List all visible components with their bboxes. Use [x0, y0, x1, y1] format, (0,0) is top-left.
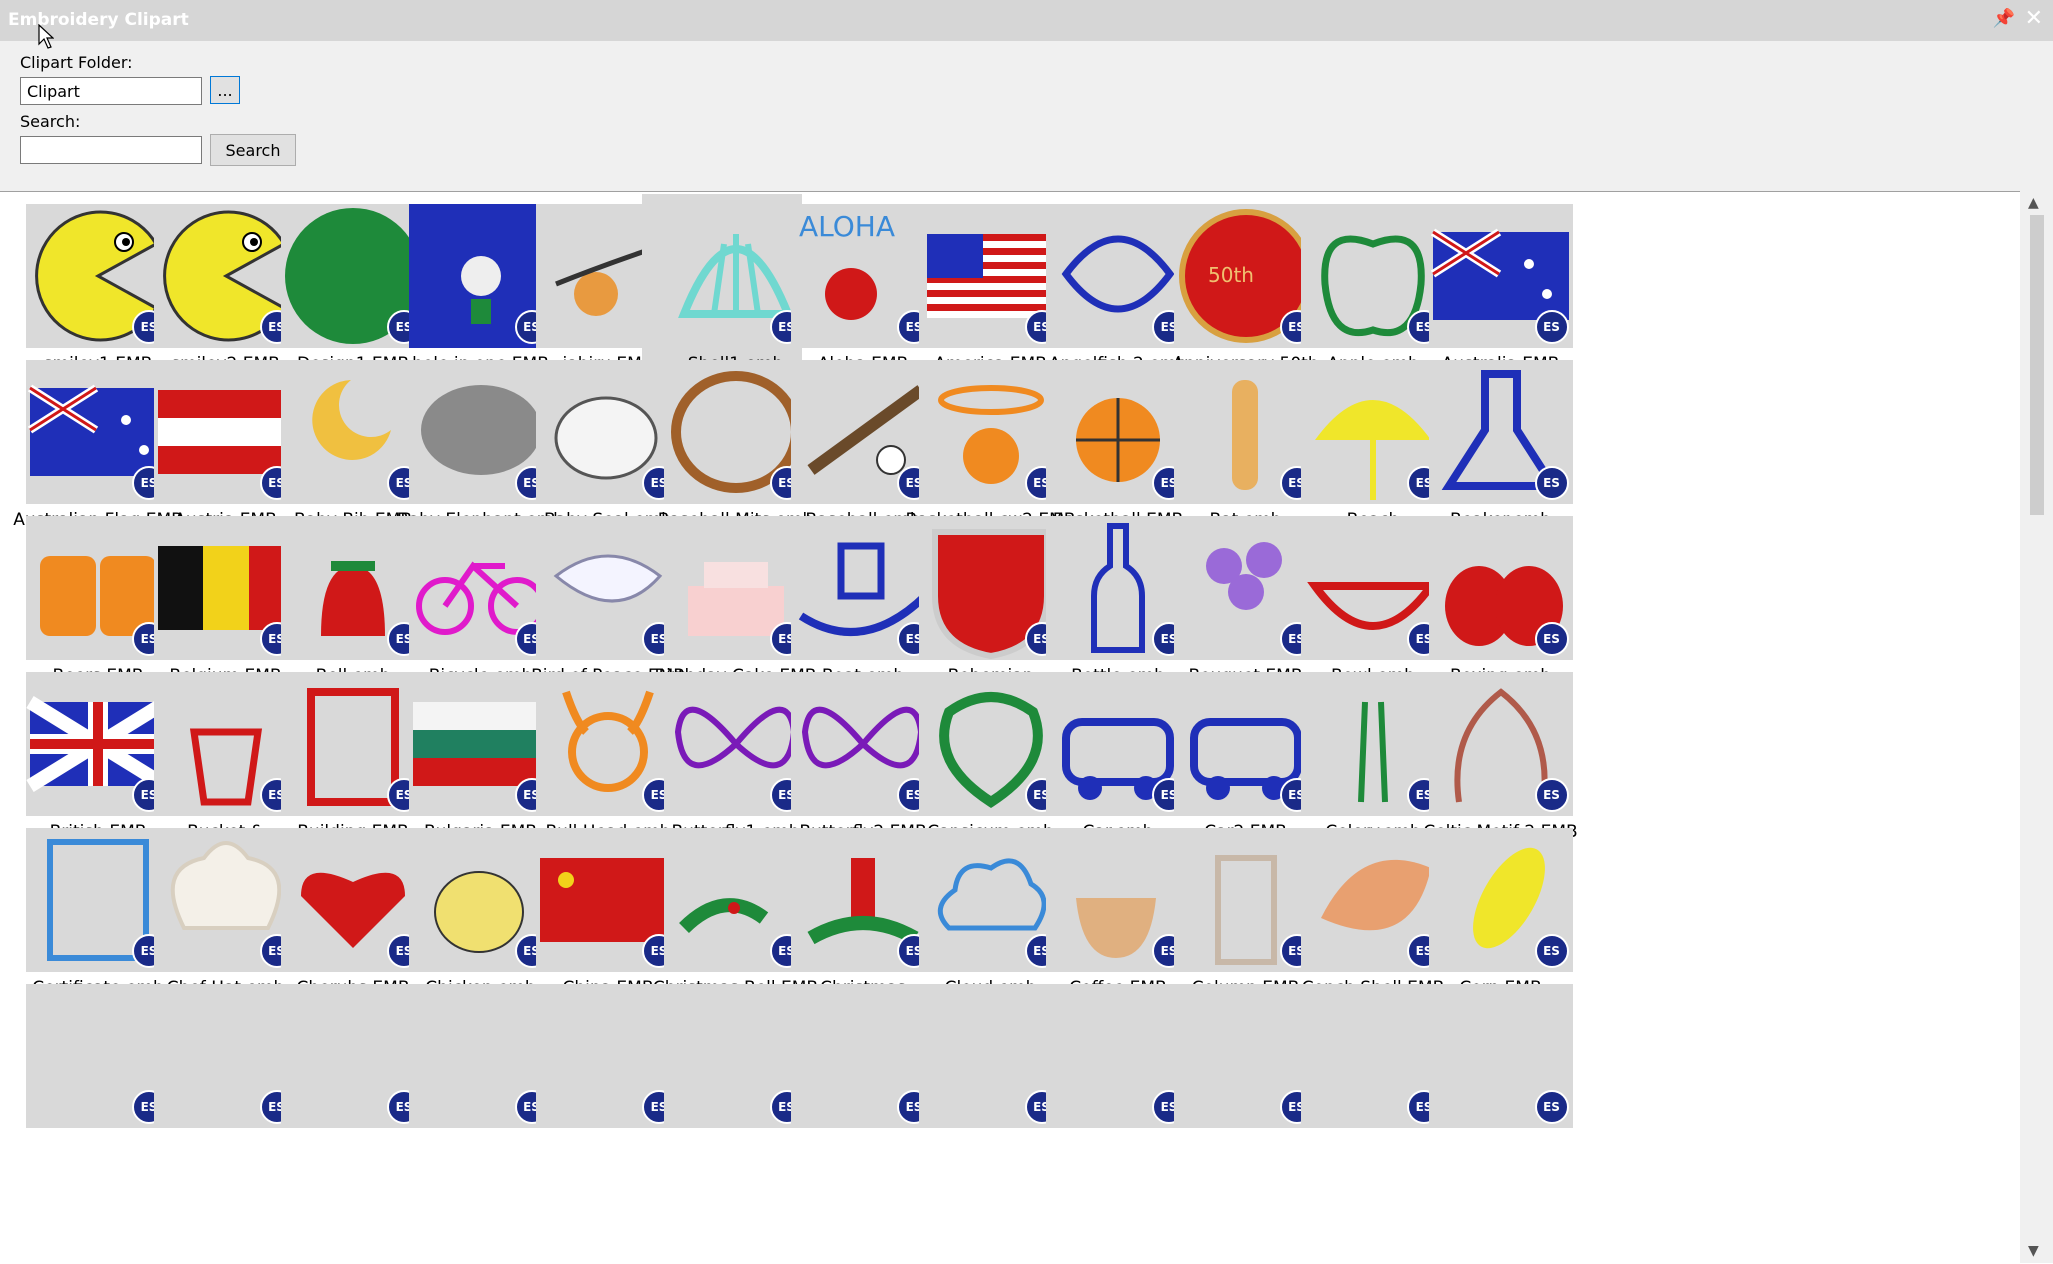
clipart-gallery: ESsmiley1.EMBESsmiley2.EMBESDesign1.EMBE…	[0, 191, 2053, 1264]
svg-text:ALOHA: ALOHA	[799, 210, 895, 243]
search-button[interactable]: Search	[210, 134, 296, 166]
clipart-folder-label: Clipart Folder:	[20, 53, 133, 72]
clipart-grid: ESsmiley1.EMBESsmiley2.EMBESDesign1.EMBE…	[0, 192, 2020, 1264]
pin-icon[interactable]: 📌	[1993, 8, 2015, 29]
clipart-tile[interactable]: ES	[1407, 974, 1573, 1174]
boxing-glove-icon: ES	[1428, 516, 1573, 660]
mouse-cursor-icon	[38, 24, 54, 49]
celtic-icon: ES	[1428, 672, 1573, 816]
animal-icon: ES	[1428, 984, 1573, 1128]
corn-icon: ES	[1428, 828, 1573, 972]
search-input[interactable]	[20, 136, 202, 164]
window-title: Embroidery Clipart	[8, 10, 189, 30]
vertical-scrollbar[interactable]: ▲ ▼	[2020, 191, 2053, 1263]
embroidery-badge-icon: ES	[1534, 1090, 1569, 1124]
embroidery-badge-icon: ES	[1534, 310, 1569, 344]
title-bar: Embroidery Clipart 📌 ✕	[0, 0, 2053, 41]
svg-text:50th: 50th	[1208, 263, 1254, 287]
browse-button[interactable]: ...	[210, 76, 240, 104]
scrollbar-thumb[interactable]	[2030, 215, 2044, 515]
embroidery-badge-icon: ES	[1534, 622, 1569, 656]
australia-flag-icon: ES	[1428, 204, 1573, 348]
scroll-down-icon[interactable]: ▼	[2028, 1243, 2039, 1259]
embroidery-badge-icon: ES	[1534, 466, 1569, 500]
embroidery-badge-icon: ES	[1534, 778, 1569, 812]
search-label: Search:	[20, 112, 81, 131]
close-icon[interactable]: ✕	[2025, 6, 2043, 31]
beaker-icon: ES	[1428, 360, 1573, 504]
scroll-up-icon[interactable]: ▲	[2028, 195, 2039, 211]
embroidery-badge-icon: ES	[1534, 934, 1569, 968]
clipart-folder-input[interactable]: Clipart	[20, 77, 202, 105]
